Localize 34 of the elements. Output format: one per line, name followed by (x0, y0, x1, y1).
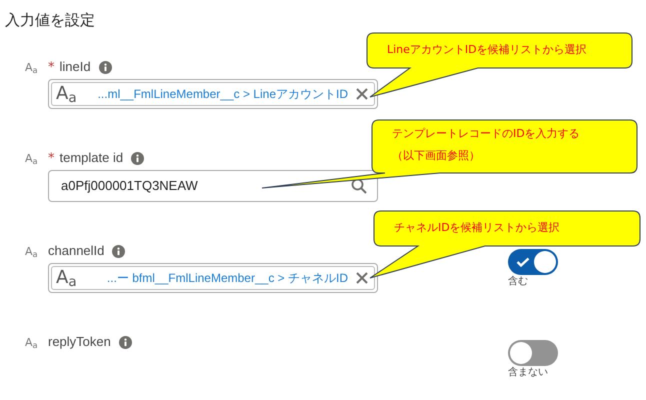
info-icon[interactable] (98, 60, 112, 74)
type-label: A$_{a}$ (56, 85, 78, 103)
field-label: replyToken (48, 333, 111, 352)
search-field[interactable]: a0Pfj000001TQ3NEAW (48, 170, 378, 202)
type-label: A$_{a}$ (25, 246, 39, 256)
check-icon (516, 257, 530, 267)
required-mark: * (48, 152, 54, 164)
toggle-label: 含まない (508, 368, 548, 378)
callout-text: LineアカウントIDを候補リストから選択 (387, 42, 587, 58)
toggle-switch[interactable] (508, 249, 558, 275)
clear-icon[interactable] (356, 272, 368, 284)
type-label: A$_{a}$ (56, 269, 78, 287)
info-icon[interactable] (112, 244, 126, 258)
clear-icon[interactable] (356, 88, 368, 100)
lookup-field[interactable]: A$_{a}$ ...ー bfml__FmlLineMember__c > チャネルID (48, 263, 378, 293)
info-icon[interactable] (118, 336, 132, 348)
toggle-label: 含む (508, 277, 528, 287)
type-label: A$_{a}$ (25, 336, 39, 348)
info-icon[interactable] (131, 152, 144, 164)
type-label: A$_{a}$ (25, 152, 39, 164)
search-icon[interactable] (351, 178, 367, 194)
field-label: channelId (48, 242, 104, 260)
field-value: ...ー bfml__FmlLineMember__c > チャネルID (106, 270, 348, 287)
section-title: 入力値を設定 (4, 10, 96, 30)
lookup-field[interactable]: A$_{a}$ ...ml__FmlLineMember__c > LineアカウントID (48, 79, 378, 109)
callout-text: チャネルIDを候補リストから選択 (394, 220, 560, 236)
field-value: a0Pfj000001TQ3NEAW (61, 177, 199, 196)
field-value: ...ml__FmlLineMember__c > LineアカウントID (96, 86, 348, 103)
callout-text: テンプレートレコードのIDを入力する （以下画面参照） (392, 126, 580, 164)
field-label: lineId (60, 58, 91, 76)
toggle-switch[interactable] (508, 340, 558, 366)
field-label: template id (60, 149, 124, 168)
type-label: A$_{a}$ (25, 62, 39, 72)
required-mark: * (48, 60, 54, 74)
